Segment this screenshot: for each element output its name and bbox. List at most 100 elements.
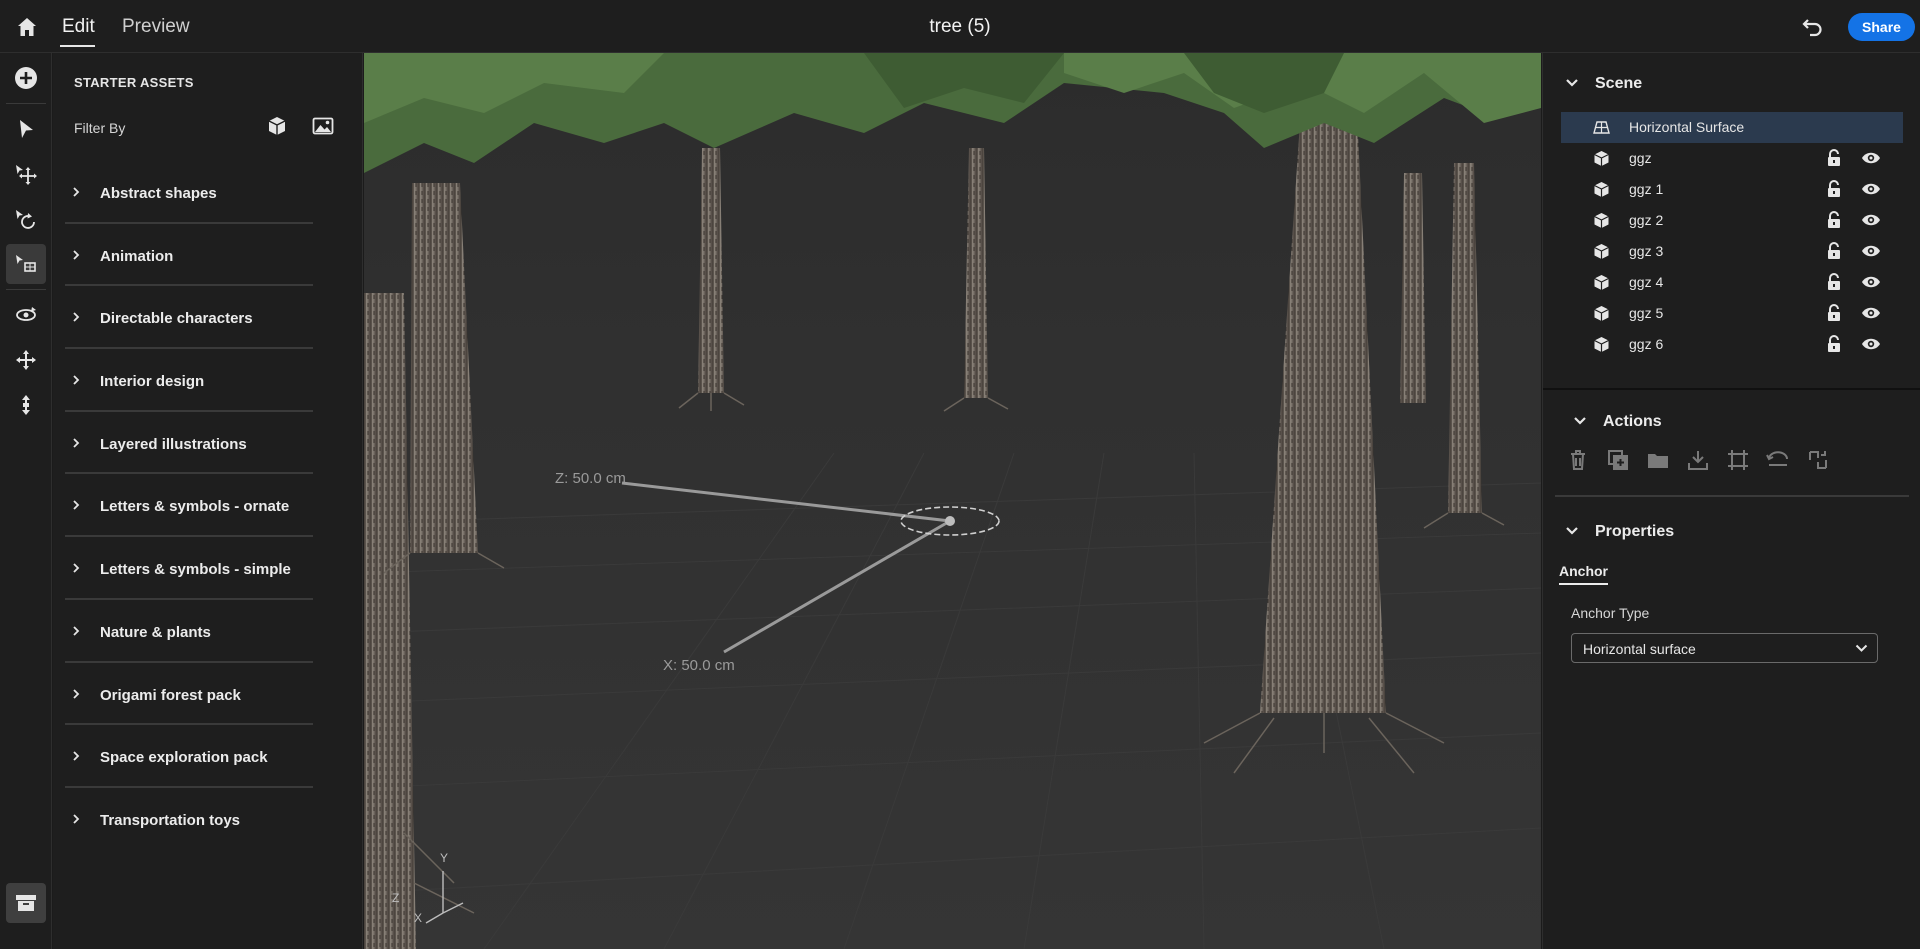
scene-item[interactable]: ggz 5: [1561, 298, 1903, 329]
right-panel: Scene Horizontal Surface ggz ggz 1 ggz 2 ggz…: [1542, 53, 1920, 949]
chevron-right-icon: [73, 814, 80, 824]
filter-3d-button[interactable]: [265, 114, 289, 138]
chevron-down-icon: [1566, 527, 1578, 535]
scene-item-name: ggz 5: [1629, 305, 1664, 321]
asset-category-item[interactable]: Origami forest pack: [65, 663, 313, 726]
unlock-icon[interactable]: [1825, 180, 1843, 198]
document-title: tree (5): [929, 16, 991, 37]
duplicate-icon: [1608, 450, 1628, 470]
place-on-surface-icon: [16, 255, 36, 272]
dolly-icon: [22, 395, 30, 415]
reset-button[interactable]: [1765, 447, 1791, 473]
asset-category-item[interactable]: Letters & symbols - simple: [65, 537, 313, 600]
3d-viewport[interactable]: Z: 50.0 cm X: 50.0 cm Y Z X: [364, 53, 1541, 949]
scene-render: [364, 53, 1541, 949]
properties-section-header[interactable]: Properties: [1543, 517, 1920, 547]
cube-icon: [268, 117, 286, 135]
eye-icon[interactable]: [1861, 274, 1881, 290]
chevron-right-icon: [73, 187, 80, 197]
unlock-icon[interactable]: [1825, 335, 1843, 353]
frame-button[interactable]: [1725, 447, 1751, 473]
delete-icon: [1571, 450, 1585, 470]
anchor-type-select[interactable]: Horizontal surface: [1571, 633, 1878, 663]
eye-icon[interactable]: [1861, 181, 1881, 197]
actions-section-header[interactable]: Actions: [1551, 407, 1920, 437]
undo-button[interactable]: [1800, 14, 1826, 40]
asset-category-label: Transportation toys: [100, 811, 241, 829]
asset-category-item[interactable]: Interior design: [65, 349, 313, 412]
select-icon: [20, 120, 33, 138]
group-button[interactable]: [1645, 447, 1671, 473]
starter-assets-panel: STARTER ASSETS Filter By Abstract shapes…: [53, 53, 363, 949]
place-on-surface-tool[interactable]: [6, 244, 46, 284]
add-icon: [15, 67, 37, 89]
tab-edit[interactable]: Edit: [62, 16, 95, 38]
scene-item[interactable]: ggz: [1561, 143, 1903, 174]
pan-icon: [16, 350, 36, 370]
toolbar-divider: [6, 289, 46, 290]
asset-category-item[interactable]: Space exploration pack: [65, 725, 313, 788]
unlock-icon[interactable]: [1825, 304, 1843, 322]
asset-category-item[interactable]: Layered illustrations: [65, 412, 313, 475]
scene-item[interactable]: ggz 3: [1561, 236, 1903, 267]
eye-icon[interactable]: [1861, 150, 1881, 166]
asset-category-item[interactable]: Nature & plants: [65, 600, 313, 663]
download-button[interactable]: [1685, 447, 1711, 473]
cube-icon: [1594, 275, 1609, 290]
scene-item-name: ggz: [1629, 150, 1652, 166]
move-tool[interactable]: [6, 154, 46, 194]
group-icon: [1648, 454, 1668, 468]
chevron-right-icon: [73, 438, 80, 448]
scene-item-name: ggz 4: [1629, 274, 1664, 290]
add-button[interactable]: [6, 58, 46, 98]
eye-icon[interactable]: [1861, 212, 1881, 228]
scene-section-header[interactable]: Scene: [1543, 69, 1920, 99]
rotate-tool[interactable]: [6, 199, 46, 239]
section-divider: [1555, 495, 1909, 497]
reset-icon: [1766, 451, 1788, 466]
select-tool[interactable]: [6, 109, 46, 149]
delete-button[interactable]: [1565, 447, 1591, 473]
cube-icon: [1594, 306, 1609, 321]
unlock-icon[interactable]: [1825, 149, 1843, 167]
scene-title: Scene: [1595, 75, 1643, 92]
scene-item[interactable]: ggz 6: [1561, 329, 1903, 360]
unlock-icon[interactable]: [1825, 273, 1843, 291]
pan-tool[interactable]: [6, 340, 46, 380]
scene-item[interactable]: ggz 1: [1561, 174, 1903, 205]
chevron-right-icon: [73, 500, 80, 511]
eye-icon[interactable]: [1861, 336, 1881, 352]
home-button[interactable]: [14, 14, 40, 40]
scene-item[interactable]: ggz 4: [1561, 267, 1903, 298]
asset-category-label: Abstract shapes: [100, 185, 217, 202]
scene-item-name: ggz 2: [1629, 212, 1664, 228]
scene-item[interactable]: ggz 2: [1561, 205, 1903, 236]
asset-category-item[interactable]: Directable characters: [65, 286, 313, 350]
share-button[interactable]: Share: [1848, 13, 1915, 41]
chevron-right-icon: [73, 312, 80, 323]
scene-item-name: ggz 3: [1629, 243, 1664, 259]
orbit-tool[interactable]: [6, 295, 46, 335]
eye-icon[interactable]: [1861, 305, 1881, 321]
z-dimension-label: Z: 50.0 cm: [555, 470, 626, 487]
unlock-icon[interactable]: [1825, 211, 1843, 229]
asset-category-label: Space exploration pack: [100, 749, 268, 767]
asset-category-label: Letters & symbols - ornate: [100, 498, 290, 516]
eye-icon[interactable]: [1861, 243, 1881, 259]
asset-category-item[interactable]: Animation: [65, 224, 313, 287]
unlock-icon[interactable]: [1825, 242, 1843, 260]
scene-item[interactable]: Horizontal Surface: [1561, 112, 1903, 143]
scene-item-name: Horizontal Surface: [1629, 119, 1745, 135]
chevron-right-icon: [73, 626, 80, 636]
assets-panel-toggle[interactable]: [6, 883, 46, 923]
asset-category-item[interactable]: Transportation toys: [65, 788, 313, 851]
asset-category-item[interactable]: Abstract shapes: [65, 161, 313, 224]
replace-button[interactable]: [1805, 447, 1831, 473]
tab-anchor[interactable]: Anchor: [1559, 563, 1608, 585]
tab-preview[interactable]: Preview: [122, 16, 190, 38]
dolly-tool[interactable]: [6, 385, 46, 425]
duplicate-button[interactable]: [1605, 447, 1631, 473]
filter-image-button[interactable]: [311, 114, 335, 138]
asset-category-item[interactable]: Letters & symbols - ornate: [65, 474, 313, 538]
scene-item-name: ggz 6: [1629, 336, 1664, 352]
